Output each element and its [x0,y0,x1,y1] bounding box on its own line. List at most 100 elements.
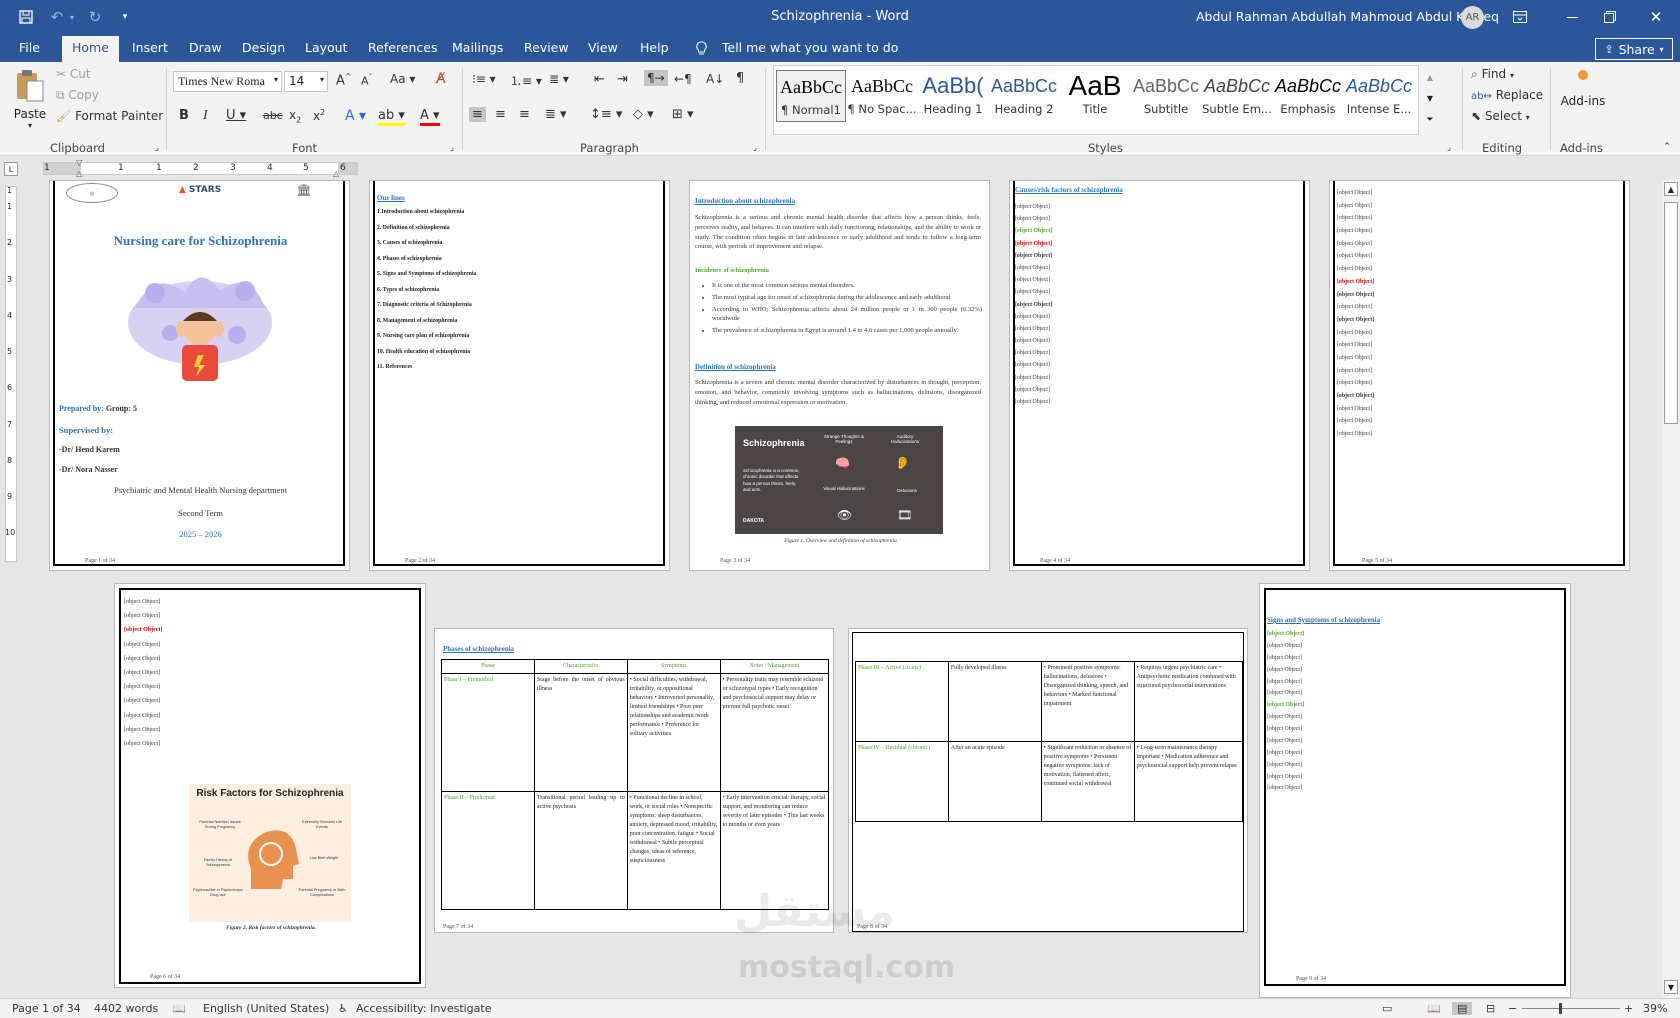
tab-help[interactable]: Help [640,40,669,55]
page-4[interactable]: Causes/risk factors of schizophrenia [ob… [1009,180,1310,571]
decrease-indent-icon[interactable]: ⇤ [594,72,605,87]
subscript-icon[interactable]: x2 [289,108,301,124]
clear-formatting-icon[interactable]: A̸ [436,71,446,87]
undo-icon[interactable]: ↶ [48,8,66,26]
style-subtle-emphasis[interactable]: AaBbCc Subtle Em... [1202,70,1272,122]
close-icon[interactable]: ✕ [1646,7,1666,27]
avatar[interactable]: AR [1461,6,1484,29]
dialog-launcher-icon[interactable]: ⌟ [152,142,162,152]
vertical-ruler[interactable]: 1 1 2 3 4 5 6 7 8 9 10 [0,180,22,575]
accessibility-icon[interactable]: ♿ [338,1002,348,1015]
horizontal-ruler[interactable]: 1 1 1 2 3 4 5 6 ▽ △ △ [43,158,358,178]
web-layout-icon[interactable]: ⊟ [1486,1002,1495,1015]
dialog-launcher-icon[interactable]: ⌟ [447,142,457,152]
scroll-thumb[interactable] [1664,202,1678,424]
style-subtitle[interactable]: AaBbCc Subtitle [1131,70,1201,122]
strikethrough-icon[interactable]: abc [263,109,283,122]
tab-insert[interactable]: Insert [132,40,168,55]
zoom-slider[interactable] [1522,1003,1620,1014]
page-8[interactable]: Phase III – Active (Acute) Fully develope… [848,628,1248,933]
zoom-out-icon[interactable]: − [1508,1002,1517,1015]
tab-mailings[interactable]: Mailings [452,40,503,55]
grow-font-icon[interactable]: A^ [336,72,352,88]
tab-draw[interactable]: Draw [189,40,222,55]
highlight-icon[interactable]: ab ▾ [378,108,405,126]
show-marks-icon[interactable]: ¶ [736,71,744,86]
tab-references[interactable]: References [368,40,437,55]
dialog-launcher-icon[interactable]: ⌟ [1444,142,1454,152]
change-case-icon[interactable]: Aa ▾ [390,72,415,86]
font-name-select[interactable]: Times New Roma ▾ [173,71,282,92]
word-count[interactable]: 4402 words [94,1002,158,1015]
restore-icon[interactable] [1600,7,1620,27]
zoom-level[interactable]: 39% [1643,1002,1667,1015]
styles-scroll-up-icon[interactable]: ▲ [1423,67,1437,87]
replace-button[interactable]: ab↔ Replace [1471,88,1543,102]
scroll-up-icon[interactable]: ▲ [1664,182,1678,196]
dialog-launcher-icon[interactable]: ⌟ [750,142,760,152]
page-6[interactable]: [object Object] [object Object] [object Ob… [114,583,426,988]
tab-file[interactable]: File [19,40,40,55]
multilevel-list-icon[interactable]: ≣ ▾ [549,72,569,86]
numbering-icon[interactable]: ⒈≡ ▾ [510,72,542,89]
save-icon[interactable] [17,8,35,26]
share-button[interactable]: ⇪ Share ▾ [1595,38,1673,60]
style-heading-1[interactable]: AaBb(Heading 1 [918,70,988,122]
undo-dropdown-icon[interactable]: ▾ [67,8,77,26]
style-intense-emphasis[interactable]: AaBbCc Intense E... [1344,70,1414,122]
copy-button[interactable]: ⧉ Copy [56,88,99,103]
language[interactable]: English (United States) [203,1002,329,1015]
style-emphasis[interactable]: AaBbCc Emphasis [1273,70,1343,122]
align-center-icon[interactable]: ≡ [495,107,506,122]
focus-mode-icon[interactable]: ▭ [1382,1002,1392,1015]
align-right-icon[interactable]: ≡ [519,107,530,122]
format-painter-button[interactable]: 🖌 Format Painter [56,109,163,123]
bold-icon[interactable]: B [179,108,189,123]
page-5[interactable]: [object Object] [object Object] [object Ob… [1329,180,1630,571]
find-button[interactable]: ⌕ Find ▾ [1471,67,1514,82]
style-heading-2[interactable]: AaBbCc Heading 2 [989,70,1059,122]
underline-icon[interactable]: U ▾ [226,108,246,123]
bullets-icon[interactable]: ⁝≡ ▾ [472,72,496,86]
justify-icon[interactable]: ≣ ▾ [545,107,567,122]
superscript-icon[interactable]: x2 [313,108,325,123]
tell-me-search[interactable]: Tell me what you want to do [722,40,898,55]
shrink-font-icon[interactable]: Aˇ [361,73,373,88]
read-mode-icon[interactable]: 📖 [1427,1002,1441,1015]
shading-icon[interactable]: ◇ ▾ [633,107,654,122]
proofing-icon[interactable]: 📖 [172,1002,186,1015]
styles-scroll-down-icon[interactable]: ▼ [1423,88,1437,108]
line-spacing-icon[interactable]: ↕≡ ▾ [590,107,622,122]
print-layout-icon[interactable]: ▤ [1452,1002,1473,1015]
select-button[interactable]: ⬉ Select ▾ [1471,109,1530,123]
rtl-direction-icon[interactable]: ←¶ [674,72,692,86]
tab-home[interactable]: Home [62,36,119,62]
user-name[interactable]: Abdul Rahman Abdullah Mahmoud Abdul Khal… [1196,9,1499,24]
addins-button[interactable]: Add-ins [1555,70,1611,108]
align-left-icon[interactable]: ≡ [469,107,486,122]
ltr-direction-icon[interactable]: ¶→ [644,70,668,86]
sort-icon[interactable]: A↓ [706,72,724,86]
indent-marker-icon[interactable]: ▽ [76,158,82,167]
tab-review[interactable]: Review [524,40,569,55]
font-size-select[interactable]: 14 ▾ [284,71,328,92]
increase-indent-icon[interactable]: ⇥ [617,72,628,87]
style-title[interactable]: AaB Title [1060,70,1130,122]
page-9[interactable]: Signs and Symptoms of schizophrenia [obj… [1259,583,1571,998]
zoom-in-icon[interactable]: + [1624,1002,1633,1015]
tab-selector-icon[interactable]: L [4,162,18,176]
scroll-down-icon[interactable]: ▼ [1664,980,1678,994]
document-area[interactable]: ◎ ▲ STARS 🏛 Nursing care for Schizophren… [22,180,1660,998]
tab-layout[interactable]: Layout [305,40,348,55]
text-effects-icon[interactable]: A ▾ [345,108,366,124]
style-no-spacing[interactable]: AaBbCc ¶ No Spac... [847,70,917,122]
collapse-ribbon-icon[interactable]: ⌃ [1660,140,1674,154]
styles-more-icon[interactable]: ⏷ [1423,110,1437,130]
page-count[interactable]: Page 1 of 34 [12,1002,81,1015]
page-2[interactable]: Our lines 1.Introduction about schizophr… [369,180,670,571]
cut-button[interactable]: ✂ Cut [56,67,91,81]
right-indent-marker-icon[interactable]: △ [333,169,339,178]
page-3[interactable]: Introduction about schizophrenia Schizop… [689,180,990,571]
accessibility-status[interactable]: Accessibility: Investigate [356,1002,492,1015]
minimize-icon[interactable] [1562,7,1582,27]
